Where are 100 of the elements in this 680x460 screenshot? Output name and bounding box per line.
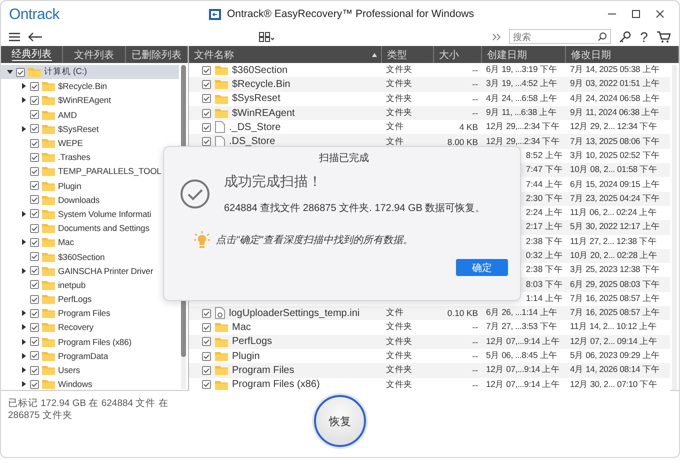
tree-item[interactable]: WEPE: [1, 136, 179, 150]
checkbox[interactable]: [202, 94, 211, 104]
checkbox[interactable]: [30, 224, 39, 233]
tree-item[interactable]: .Trashes: [1, 150, 179, 164]
checkbox[interactable]: [202, 308, 211, 318]
checkbox[interactable]: [202, 66, 211, 75]
tree-item[interactable]: ProgramData: [1, 348, 179, 363]
folder-icon: [42, 223, 55, 234]
checkbox[interactable]: [30, 380, 39, 389]
tree-item[interactable]: Downloads: [1, 192, 179, 207]
table-row[interactable]: Program Files 文件夹 -- 12月 07,...9:14 上午 4月 14, 2026 08:14 下午: [189, 363, 670, 378]
checkbox[interactable]: [202, 337, 211, 346]
tree-item[interactable]: TEMP_PARALLELS_TOOL: [1, 164, 179, 178]
checkbox[interactable]: [30, 252, 39, 262]
file-size: 8.00 KB: [447, 136, 478, 147]
ok-button[interactable]: 确定: [456, 259, 508, 276]
app-icon: [209, 8, 221, 20]
tree-item[interactable]: System Volume Informati: [1, 206, 179, 222]
view-mode-button[interactable]: [259, 32, 275, 42]
checkbox[interactable]: [202, 322, 211, 332]
help-button[interactable]: ?: [639, 28, 649, 44]
tree-item[interactable]: Program Files: [1, 306, 179, 320]
tree-item[interactable]: $360Section: [1, 249, 179, 264]
checkbox[interactable]: [202, 108, 211, 118]
checkbox[interactable]: [30, 124, 39, 134]
tree-item[interactable]: PerfLogs: [1, 292, 179, 306]
checkbox[interactable]: [30, 308, 39, 318]
checkbox[interactable]: [30, 322, 39, 332]
tab[interactable]: 文件列表: [63, 46, 126, 63]
tree-item[interactable]: Windows: [1, 377, 179, 392]
folder-icon: [42, 124, 55, 134]
checkbox[interactable]: [30, 266, 39, 276]
checkbox[interactable]: [30, 351, 39, 360]
checkbox[interactable]: [30, 138, 39, 148]
table-row[interactable]: $360Section 文件夹 -- 6月 19, ...3:19 下午 7月 14, 2025 05:38 上午: [189, 63, 670, 78]
expand-arrow-icon[interactable]: [20, 239, 26, 246]
tree-item[interactable]: GAINSCHA Printer Driver: [1, 264, 179, 278]
tree-item[interactable]: $WinREAgent: [1, 93, 179, 108]
checkbox[interactable]: [30, 82, 39, 91]
checkbox[interactable]: [30, 181, 39, 190]
checkbox[interactable]: [30, 366, 39, 375]
checkbox[interactable]: [30, 209, 39, 218]
checkbox[interactable]: [202, 352, 211, 361]
key-button[interactable]: [619, 30, 631, 42]
tree-item[interactable]: $Recycle.Bin: [1, 79, 179, 94]
checkbox[interactable]: [30, 280, 39, 290]
table-row[interactable]: $Recycle.Bin 文件夹 -- 3月 19, ...4:52 上午 9月 03, 2022 01:51 上午: [189, 77, 670, 92]
expand-button[interactable]: [492, 32, 501, 40]
tree-item[interactable]: Users: [1, 362, 179, 378]
checkbox[interactable]: [202, 366, 211, 375]
tree-item[interactable]: $SysReset: [1, 122, 179, 136]
expand-arrow-icon[interactable]: [20, 83, 26, 90]
scrollbar[interactable]: [672, 65, 677, 390]
tree-item[interactable]: AMD: [1, 108, 179, 122]
checkbox[interactable]: [16, 68, 25, 77]
checkbox[interactable]: [30, 152, 39, 162]
table-row[interactable]: $SysReset 文件夹 -- 4月 24, ...6:58 上午 4月 24, 2024 06:58 上午: [189, 92, 670, 106]
table-row[interactable]: logUploaderSettings_temp.ini 文件 0.10 KB 6月 26, ...1:14 上午 7月 16, 2025 08:57 上午: [189, 306, 670, 320]
tree-item[interactable]: inetpub: [1, 278, 179, 292]
tab[interactable]: 已删除列表: [126, 46, 188, 63]
expand-arrow-icon[interactable]: [20, 338, 26, 345]
expand-arrow-icon[interactable]: [20, 268, 26, 274]
checkbox[interactable]: [30, 238, 39, 247]
tree-item[interactable]: 计算机 (C:): [1, 65, 179, 80]
checkbox[interactable]: [30, 294, 39, 304]
tree-item[interactable]: Documents and Settings: [1, 221, 179, 236]
expand-arrow-icon[interactable]: [6, 69, 12, 76]
expand-arrow-icon[interactable]: [20, 352, 26, 359]
maximize-icon[interactable]: [631, 9, 641, 19]
search-field[interactable]: 搜索: [509, 29, 611, 44]
checkbox[interactable]: [202, 80, 211, 89]
expand-arrow-icon[interactable]: [20, 367, 26, 374]
checkbox[interactable]: [202, 137, 211, 146]
created-date: 6月 26, ...1:14 上午: [486, 307, 558, 318]
menu-button[interactable]: [9, 32, 20, 42]
expand-arrow-icon[interactable]: [20, 381, 26, 388]
checkbox[interactable]: [30, 96, 39, 105]
expand-arrow-icon[interactable]: [20, 97, 26, 104]
expand-arrow-icon[interactable]: [20, 126, 26, 132]
checkbox[interactable]: [30, 195, 39, 204]
checkbox[interactable]: [30, 166, 39, 176]
expand-arrow-icon[interactable]: [20, 210, 26, 217]
cart-button[interactable]: [657, 30, 671, 42]
tree-item[interactable]: Plugin: [1, 178, 179, 193]
checkbox[interactable]: [202, 122, 211, 132]
expand-arrow-icon[interactable]: [20, 324, 26, 330]
tree-item[interactable]: Recovery: [1, 320, 179, 335]
checkbox[interactable]: [202, 380, 211, 390]
table-row[interactable]: Program Files (x86) 文件夹 -- 12月 07,...9:14 上午 12月 30, 2... 07:10 下午: [189, 378, 670, 392]
tab[interactable]: 经典列表: [1, 46, 64, 63]
back-button[interactable]: [28, 32, 42, 42]
tree-item[interactable]: Program Files (x86): [1, 334, 179, 349]
table-row[interactable]: PerfLogs 文件夹 -- 12月 07,...9:14 上午 12月 07, 2... 09:14 上午: [189, 334, 670, 349]
recover-button[interactable]: 恢复: [314, 395, 366, 447]
table-row[interactable]: $WinREAgent 文件夹 -- 9月 11, ...6:38 上午 9月 11, 2024 06:38 上午: [189, 106, 670, 120]
tree-item[interactable]: Mac: [1, 235, 179, 250]
expand-arrow-icon[interactable]: [20, 310, 26, 316]
checkbox[interactable]: [30, 337, 39, 346]
close-icon[interactable]: [655, 9, 665, 19]
checkbox[interactable]: [30, 110, 39, 120]
